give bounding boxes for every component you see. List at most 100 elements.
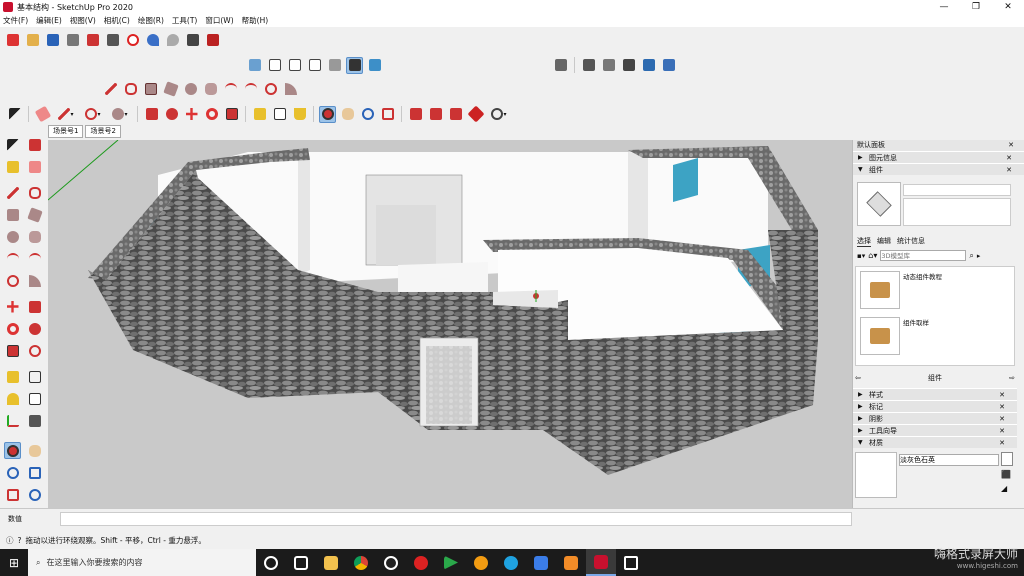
zoom-window-tool-left[interactable] [26, 464, 43, 481]
maximize-button[interactable]: ❐ [960, 0, 992, 14]
g-app-button[interactable] [466, 549, 496, 576]
back-view-button[interactable] [326, 57, 343, 74]
rectangle-tool[interactable] [142, 81, 159, 98]
tab-statistics[interactable]: 统计信息 [897, 236, 925, 247]
three-point-arc-tool-left[interactable] [4, 272, 21, 289]
share-component-button[interactable] [447, 106, 464, 123]
push-pull-tool-left[interactable] [26, 298, 43, 315]
zoom-tool-left[interactable] [4, 464, 21, 481]
orbit-tool-left[interactable] [4, 442, 21, 459]
left-view-button[interactable] [346, 56, 363, 74]
model-viewport[interactable] [48, 140, 852, 508]
component-name-field[interactable] [903, 184, 1011, 196]
search-icon[interactable]: ⌕ [969, 251, 973, 261]
eraser-tool[interactable] [34, 105, 51, 123]
rectangle-tool-left[interactable] [4, 206, 21, 223]
polygon-tool[interactable] [202, 81, 219, 98]
component-search-input[interactable] [880, 250, 967, 261]
menu-file[interactable]: 文件(F) [3, 15, 28, 26]
cortana-button[interactable] [256, 549, 286, 576]
redo-button[interactable] [164, 32, 181, 49]
forward-arrow-icon[interactable]: ⇨ [1009, 374, 1015, 382]
three-point-arc-tool[interactable] [262, 81, 279, 98]
paste-button[interactable] [104, 32, 121, 49]
wireframe-button[interactable] [580, 57, 597, 74]
eraser-tool-left[interactable] [26, 158, 43, 175]
tray-close-icon[interactable]: ✕ [1008, 140, 1014, 151]
undo-button[interactable] [144, 32, 161, 49]
menu-view[interactable]: 视图(V) [70, 15, 96, 26]
zoom-tool[interactable] [359, 106, 376, 123]
netease-music-button[interactable] [406, 549, 436, 576]
panel-tags[interactable]: ▶ 标记 ✕ [853, 400, 1017, 412]
menu-help[interactable]: 帮助(H) [242, 15, 269, 26]
create-material-icon[interactable]: ⬛ [1001, 470, 1011, 479]
new-button[interactable] [4, 32, 21, 49]
scale-tool[interactable] [223, 106, 240, 123]
sketchup-taskbar-button[interactable] [586, 549, 616, 576]
panel-entity-info[interactable]: ▶ 图元信息 ✕ [853, 151, 1024, 163]
media-player-button[interactable] [436, 549, 466, 576]
taskbar-search[interactable]: ⌕ 在这里输入你要搜索的内容 [28, 549, 256, 576]
rotated-rectangle-tool-left[interactable] [26, 206, 43, 223]
shaded-texture-button[interactable] [640, 57, 657, 74]
file-explorer-button[interactable] [316, 549, 346, 576]
panel-close-icon[interactable]: ✕ [999, 437, 1005, 449]
tab-edit[interactable]: 编辑 [877, 236, 891, 247]
monochrome-button[interactable] [660, 57, 677, 74]
polygon-tool-left[interactable] [26, 228, 43, 245]
paint-bucket-icon[interactable]: ◢ [1001, 484, 1007, 493]
freehand-tool-left[interactable] [26, 184, 43, 201]
follow-me-tool-left[interactable] [26, 320, 43, 337]
rotate-tool-left[interactable] [4, 320, 21, 337]
share-model-button[interactable] [427, 106, 444, 123]
front-view-button[interactable] [286, 57, 303, 74]
material-color-icon[interactable] [1001, 452, 1013, 466]
scene-tab-1[interactable]: 场景号1 [48, 125, 84, 138]
text-tool[interactable] [271, 106, 288, 123]
shaded-button[interactable] [620, 57, 637, 74]
dimension-tool-left[interactable] [26, 368, 43, 385]
bottom-view-button[interactable] [366, 57, 383, 74]
paint-tool-left[interactable] [4, 158, 21, 175]
menu-edit[interactable]: 编辑(E) [36, 15, 62, 26]
text-tool-left[interactable] [26, 390, 43, 407]
component-description-field[interactable] [903, 198, 1011, 226]
zoom-extents-tool[interactable] [379, 106, 396, 123]
camera-button[interactable] [616, 549, 646, 576]
move-tool-left[interactable] [4, 298, 21, 315]
close-button[interactable]: ✕ [992, 0, 1024, 14]
axes-tool-left[interactable] [4, 412, 21, 429]
line-tool-main[interactable]: ▾ [54, 106, 78, 123]
xray-button[interactable] [552, 57, 569, 74]
warehouse-button[interactable] [407, 106, 424, 123]
edge-button[interactable] [496, 549, 526, 576]
arc-tool[interactable] [222, 81, 239, 98]
chrome-button[interactable] [346, 549, 376, 576]
move-tool[interactable] [183, 106, 200, 123]
pan-tool[interactable] [339, 106, 356, 123]
cut-button[interactable] [64, 32, 81, 49]
right-view-button[interactable] [306, 57, 323, 74]
sublime-button[interactable] [556, 549, 586, 576]
panel-close-icon[interactable]: ✕ [1006, 164, 1012, 176]
rotated-rectangle-tool[interactable] [162, 81, 179, 98]
pan-tool-left[interactable] [26, 442, 43, 459]
protractor-tool-left[interactable] [4, 390, 21, 407]
orbit-tool[interactable] [319, 105, 336, 123]
scene-tab-2[interactable]: 场景号2 [85, 125, 121, 138]
iso-view-button[interactable] [246, 57, 263, 74]
windows-start-button[interactable]: ⊞ [0, 549, 28, 576]
tape-measure-tool-left[interactable] [4, 368, 21, 385]
task-view-button[interactable] [286, 549, 316, 576]
menu-window[interactable]: 窗口(W) [205, 15, 233, 26]
push-pull-tool[interactable] [143, 106, 160, 123]
paint-bucket-tool[interactable] [291, 106, 308, 123]
tab-select[interactable]: 选择 [857, 236, 871, 247]
account-button[interactable]: ▾ [487, 106, 511, 123]
menu-camera[interactable]: 相机(C) [104, 15, 130, 26]
circle-tool[interactable] [182, 81, 199, 98]
model-info-button[interactable] [204, 32, 221, 49]
panel-shadows[interactable]: ▶ 阴影 ✕ [853, 412, 1017, 424]
print-button[interactable] [184, 32, 201, 49]
